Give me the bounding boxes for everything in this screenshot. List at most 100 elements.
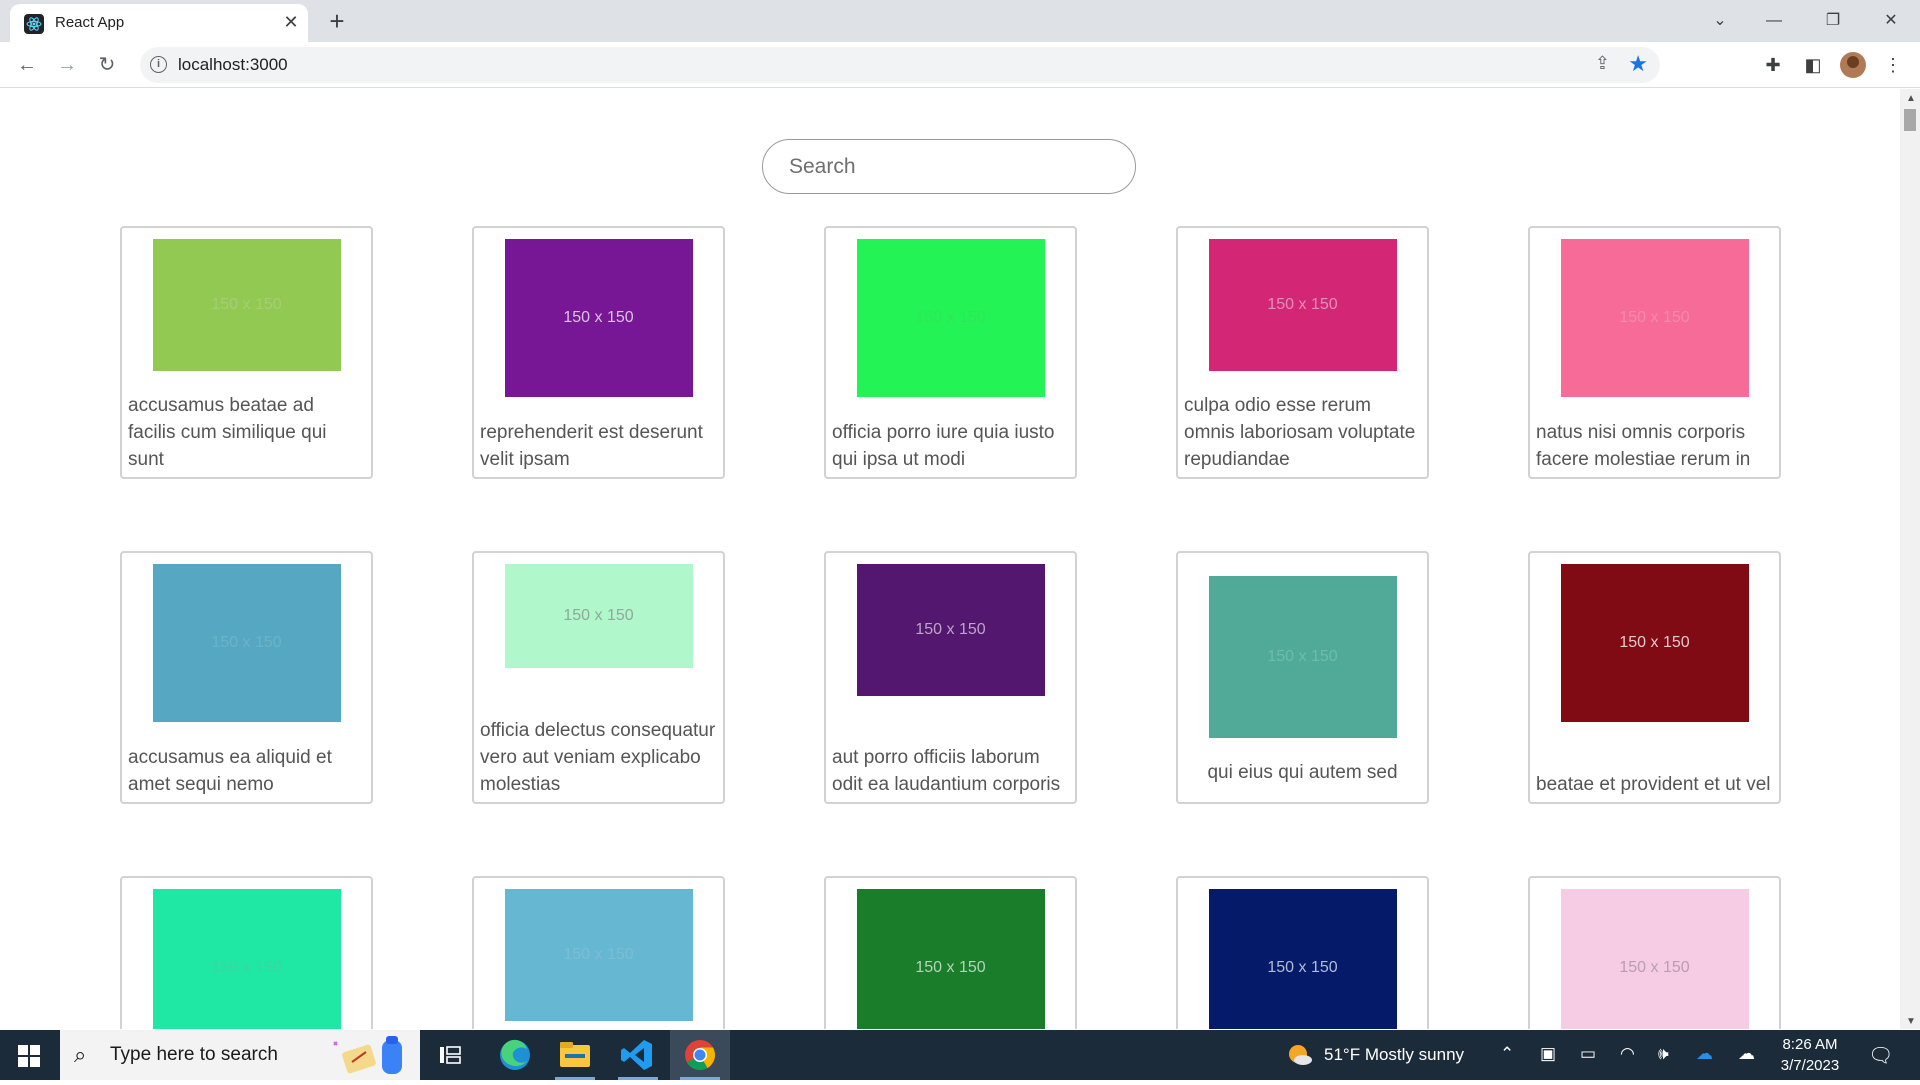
thumbnail-label: 150 x 150 [563, 946, 634, 963]
profile-avatar[interactable] [1840, 52, 1866, 78]
photo-card[interactable]: 150 x 150 accusamus ea aliquid et amet se… [120, 551, 373, 804]
share-icon[interactable]: ⇪ [1595, 53, 1610, 74]
thumbnail-label: 150 x 150 [563, 309, 634, 326]
search-highlight-art [333, 1036, 402, 1074]
thumbnail-label: 150 x 150 [211, 634, 282, 651]
notifications-icon[interactable]: 🗨 [1868, 1043, 1893, 1068]
side-panel-icon[interactable]: ◧ [1800, 52, 1826, 78]
forward-icon[interactable]: → [52, 50, 82, 80]
chevron-down-icon[interactable]: ⌄ [1700, 6, 1740, 36]
reload-icon[interactable]: ↻ [92, 50, 122, 80]
photo-card[interactable]: 150 x 150 culpa odio esse rerum omnis lab… [1176, 226, 1429, 479]
weather-text[interactable]: 51°F Mostly sunny [1324, 1045, 1464, 1065]
thumbnail-label: 150 x 150 [1619, 309, 1690, 326]
browser-toolbar: ← → ↻ i localhost:3000 ⇪ ★ ✚ ◧ ⋮ [0, 42, 1920, 88]
weather-icon[interactable] [1286, 1041, 1314, 1074]
photo-card[interactable]: 150 x 150 [824, 876, 1077, 1029]
plus-icon[interactable]: + [322, 6, 352, 36]
photo-thumbnail: 150 x 150 [152, 564, 341, 722]
photo-thumbnail: 150 x 150 [1208, 889, 1397, 1029]
photo-title: aut porro officiis laborum odit ea lauda… [832, 747, 1061, 795]
window-close-icon[interactable]: ✕ [1871, 6, 1911, 36]
photo-card[interactable]: 150 x 150 [120, 876, 373, 1029]
menu-icon[interactable]: ⋮ [1880, 52, 1906, 78]
thumbnail-label: 150 x 150 [563, 607, 634, 624]
photo-thumbnail: 150 x 150 [856, 239, 1045, 397]
photo-card[interactable]: 150 x 150 reprehenderit est deserunt veli… [472, 226, 725, 479]
photo-thumbnail: 150 x 150 [1208, 576, 1397, 738]
minimize-icon[interactable]: — [1754, 6, 1794, 36]
restore-icon[interactable]: ❐ [1813, 6, 1853, 36]
onedrive-icon[interactable]: ☁ [1696, 1044, 1713, 1064]
photo-title: beatae et provident et ut vel [1536, 774, 1771, 795]
info-icon[interactable]: i [150, 56, 167, 73]
tab-strip: React App ✕ + ⌄ — ❐ ✕ [0, 0, 1920, 42]
scroll-thumb[interactable] [1904, 109, 1916, 131]
extensions-icon[interactable]: ✚ [1760, 52, 1786, 78]
clock-time: 8:26 AM [1782, 1036, 1838, 1053]
volume-icon[interactable]: 🕪 [1658, 1044, 1669, 1064]
photo-title: accusamus beatae ad facilis cum similiqu… [128, 395, 327, 470]
meet-icon[interactable]: ▣ [1540, 1044, 1556, 1064]
search-icon: ⌕ [74, 1042, 87, 1067]
thumbnail-label: 150 x 150 [915, 309, 986, 326]
photo-card[interactable]: 150 x 150 [1176, 876, 1429, 1029]
photo-card[interactable]: 150 x 150 natus nisi omnis corporis facer… [1528, 226, 1781, 479]
photo-title: accusamus ea aliquid et amet sequi nemo [128, 747, 332, 795]
taskbar-search-box[interactable]: ⌕ Type here to search [60, 1030, 420, 1080]
photo-title: reprehenderit est deserunt velit ipsam [480, 422, 703, 470]
photo-thumbnail: 150 x 150 [856, 889, 1045, 1029]
url-text: localhost:3000 [178, 55, 288, 74]
chrome-icon[interactable] [670, 1030, 730, 1080]
photo-card[interactable]: 150 x 150 aut porro officiis laborum odit… [824, 551, 1077, 804]
thumbnail-label: 150 x 150 [915, 621, 986, 638]
photo-thumbnail: 150 x 150 [152, 239, 341, 371]
browser-tab[interactable]: React App ✕ [10, 4, 308, 42]
back-icon[interactable]: ← [12, 50, 42, 80]
windows-start-icon[interactable] [18, 1045, 40, 1067]
photo-card[interactable]: 150 x 150 officia porro iure quia iusto q… [824, 226, 1077, 479]
thumbnail-label: 150 x 150 [1619, 634, 1690, 651]
edge-icon[interactable] [485, 1030, 545, 1080]
thumbnail-label: 150 x 150 [211, 959, 282, 976]
thumbnail-label: 150 x 150 [915, 959, 986, 976]
photo-title: officia porro iure quia iusto qui ipsa u… [832, 422, 1055, 470]
photo-thumbnail: 150 x 150 [504, 564, 693, 668]
photo-card[interactable]: 150 x 150 officia delectus consequatur ve… [472, 551, 725, 804]
close-icon[interactable]: ✕ [280, 11, 302, 33]
photo-thumbnail: 150 x 150 [856, 564, 1045, 696]
chevron-up-icon[interactable]: ⌃ [1500, 1044, 1514, 1064]
tab-title: React App [55, 14, 125, 31]
photo-card[interactable]: 150 x 150 [472, 876, 725, 1029]
photo-title: culpa odio esse rerum omnis laboriosam v… [1184, 395, 1416, 470]
wifi-icon[interactable]: ◠ [1620, 1044, 1635, 1064]
photo-thumbnail: 150 x 150 [1560, 239, 1749, 397]
thumbnail-label: 150 x 150 [1267, 648, 1338, 665]
thumbnail-label: 150 x 150 [211, 296, 282, 313]
photo-thumbnail: 150 x 150 [504, 239, 693, 397]
scroll-up-arrow[interactable]: ▲ [1906, 93, 1916, 104]
vscode-icon[interactable] [608, 1030, 668, 1080]
thumbnail-label: 150 x 150 [1267, 959, 1338, 976]
address-bar[interactable]: i localhost:3000 ⇪ ★ [140, 47, 1660, 83]
photo-card[interactable]: 150 x 150 [1528, 876, 1781, 1029]
star-icon[interactable]: ★ [1628, 51, 1648, 77]
system-clock[interactable]: 8:26 AM 3/7/2023 [1770, 1034, 1850, 1076]
scroll-down-arrow[interactable]: ▼ [1906, 1016, 1916, 1027]
photo-thumbnail: 150 x 150 [1560, 564, 1749, 722]
photo-card[interactable]: 150 x 150 beatae et provident et ut vel [1528, 551, 1781, 804]
search-input[interactable] [762, 139, 1136, 194]
photo-title: officia delectus consequatur vero aut ve… [480, 720, 716, 795]
vertical-scrollbar[interactable]: ▲ ▼ [1900, 89, 1920, 1029]
photo-card[interactable]: 150 x 150 accusamus beatae ad facilis cum… [120, 226, 373, 479]
clock-date: 3/7/2023 [1780, 1057, 1840, 1074]
photo-thumbnail: 150 x 150 [504, 889, 693, 1021]
photo-card[interactable]: 150 x 150 qui eius qui autem sed [1176, 551, 1429, 804]
cloud-icon[interactable]: ☁ [1738, 1044, 1755, 1064]
page-viewport: 150 x 150 accusamus beatae ad facilis cum… [0, 89, 1900, 1029]
photo-thumbnail: 150 x 150 [1208, 239, 1397, 371]
file-explorer-icon[interactable] [545, 1030, 605, 1080]
battery-icon[interactable]: ▭ [1580, 1044, 1596, 1064]
thumbnail-label: 150 x 150 [1619, 959, 1690, 976]
task-view-icon[interactable] [420, 1030, 480, 1080]
